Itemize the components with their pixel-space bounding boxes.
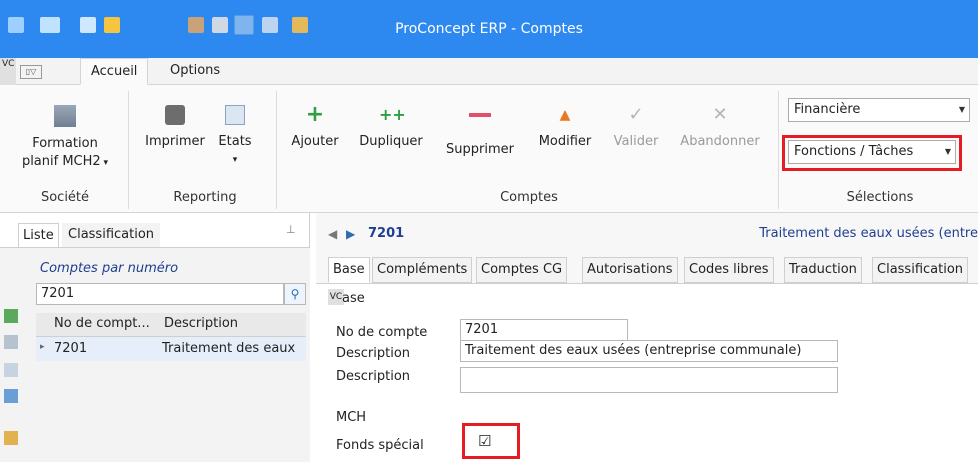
states-label: Etats	[218, 134, 252, 149]
column-description[interactable]: Description	[164, 316, 238, 331]
validate-label: Valider	[613, 134, 659, 149]
building-icon	[54, 105, 76, 127]
validate-button[interactable]: ✓ Valider	[606, 105, 666, 151]
list-icon[interactable]	[4, 363, 18, 377]
tab-codes-libres[interactable]: Codes libres	[684, 257, 774, 283]
row-expand-icon[interactable]: ▸	[40, 342, 45, 352]
search-input[interactable]: 7201	[36, 283, 284, 305]
report-icon	[225, 105, 245, 125]
group-comptes: Comptes	[500, 190, 558, 205]
account-title-header: Traitement des eaux usées (entre	[759, 226, 978, 241]
filter-icon[interactable]	[4, 389, 18, 403]
financial-select-value: Financière	[794, 102, 861, 117]
group-selections: Sélections	[846, 190, 914, 205]
plus-icon: +	[305, 102, 325, 127]
printer-icon	[165, 105, 185, 125]
window-title: ProConcept ERP - Comptes	[395, 21, 583, 37]
left-pane: Liste Classification ⊥ Comptes par numér…	[0, 213, 310, 462]
detail-pane: ◀ ▶ 7201 Traitement des eaux usées (entr…	[316, 213, 978, 462]
tab-base[interactable]: Base	[328, 257, 370, 283]
group-reporting: Reporting	[173, 190, 237, 205]
tab-comptes-cg[interactable]: Comptes CG	[476, 257, 568, 283]
nav-forward-icon[interactable]: ▶	[346, 227, 355, 241]
ribbon-tab-bar: VC ▯▽ Accueil Options	[0, 58, 978, 85]
modify-label: Modifier	[538, 134, 592, 149]
account-number-header: 7201	[368, 226, 405, 241]
account-number-label: No de compte	[336, 325, 428, 340]
print-label: Imprimer	[145, 134, 205, 149]
duplicate-button[interactable]: ++ Dupliquer	[350, 105, 432, 151]
account-number-field[interactable]: 7201	[460, 319, 628, 341]
tab-classification[interactable]: Classification	[872, 257, 969, 283]
highlight-box	[462, 423, 520, 459]
duplicate-plus-icon: ++	[379, 105, 406, 124]
highlight-box	[782, 135, 962, 171]
search-icon[interactable]: ⚲	[284, 283, 306, 305]
tab-autorisations[interactable]: Autorisations	[582, 257, 678, 283]
base-section-label: ase	[342, 291, 365, 306]
formation-label-2: planif MCH2	[21, 154, 101, 169]
delete-label: Supprimer	[446, 142, 514, 157]
formation-label-1: Formation	[32, 136, 98, 151]
row-number: 7201	[54, 341, 88, 356]
chevron-down-icon: ▾	[232, 155, 238, 165]
financial-select[interactable]: Financière ▼	[788, 98, 970, 122]
divider	[276, 91, 277, 209]
tab-traduction[interactable]: Traduction	[784, 257, 862, 283]
tab-liste[interactable]: Liste	[18, 223, 59, 247]
tab-classification-left[interactable]: Classification	[62, 223, 161, 247]
export-icon[interactable]	[4, 335, 18, 349]
close-icon: ✕	[712, 104, 728, 125]
formation-button[interactable]: Formation planif MCH2 ▾	[10, 105, 120, 172]
checkmark-icon: ✓	[628, 104, 644, 125]
states-button[interactable]: Etats ▾	[212, 105, 258, 169]
list-header: No de compt... Description	[36, 313, 306, 337]
divider	[778, 91, 779, 209]
tab-options[interactable]: Options	[160, 58, 230, 85]
print-button[interactable]: Imprimer	[140, 105, 210, 151]
vc-badge: VC	[0, 58, 16, 85]
excel-icon[interactable]	[4, 309, 18, 323]
chevron-down-icon: ▼	[958, 105, 966, 114]
cancel-button[interactable]: ✕ Abandonner	[672, 105, 768, 151]
special-fund-label: Fonds spécial	[336, 438, 424, 453]
pin-icon[interactable]: ⊥	[286, 223, 296, 236]
add-button[interactable]: + Ajouter	[284, 102, 346, 151]
triangle-icon: ▲	[559, 107, 571, 123]
modify-button[interactable]: ▲ Modifier	[530, 105, 600, 151]
add-label: Ajouter	[291, 134, 339, 149]
ribbon: Formation planif MCH2 ▾ Société Imprimer…	[0, 85, 978, 213]
title-bar: ProConcept ERP - Comptes	[0, 0, 978, 58]
description2-field[interactable]	[460, 367, 838, 393]
mch-section-label: MCH	[336, 410, 367, 425]
folder-icon[interactable]	[4, 431, 18, 445]
layout-toggle-icon[interactable]: ▯▽	[20, 65, 42, 79]
tab-complements[interactable]: Compléments	[372, 257, 473, 283]
description-label: Description	[336, 346, 411, 361]
description-field[interactable]: Traitement des eaux usées (entreprise co…	[460, 340, 838, 362]
list-title: Comptes par numéro	[40, 261, 179, 276]
divider	[128, 91, 129, 209]
minus-icon	[469, 113, 491, 133]
chevron-down-icon: ▾	[100, 158, 109, 168]
cancel-label: Abandonner	[680, 134, 760, 149]
description2-label: Description	[336, 369, 411, 384]
group-societe: Société	[40, 190, 90, 205]
duplicate-label: Dupliquer	[359, 134, 423, 149]
delete-button[interactable]: Supprimer	[436, 105, 524, 159]
row-description: Traitement des eaux	[162, 341, 296, 356]
tab-accueil[interactable]: Accueil	[80, 58, 149, 85]
table-row[interactable]: ▸ 7201 Traitement des eaux	[36, 337, 306, 361]
column-number[interactable]: No de compt...	[54, 316, 150, 331]
nav-back-icon[interactable]: ◀	[328, 227, 337, 241]
